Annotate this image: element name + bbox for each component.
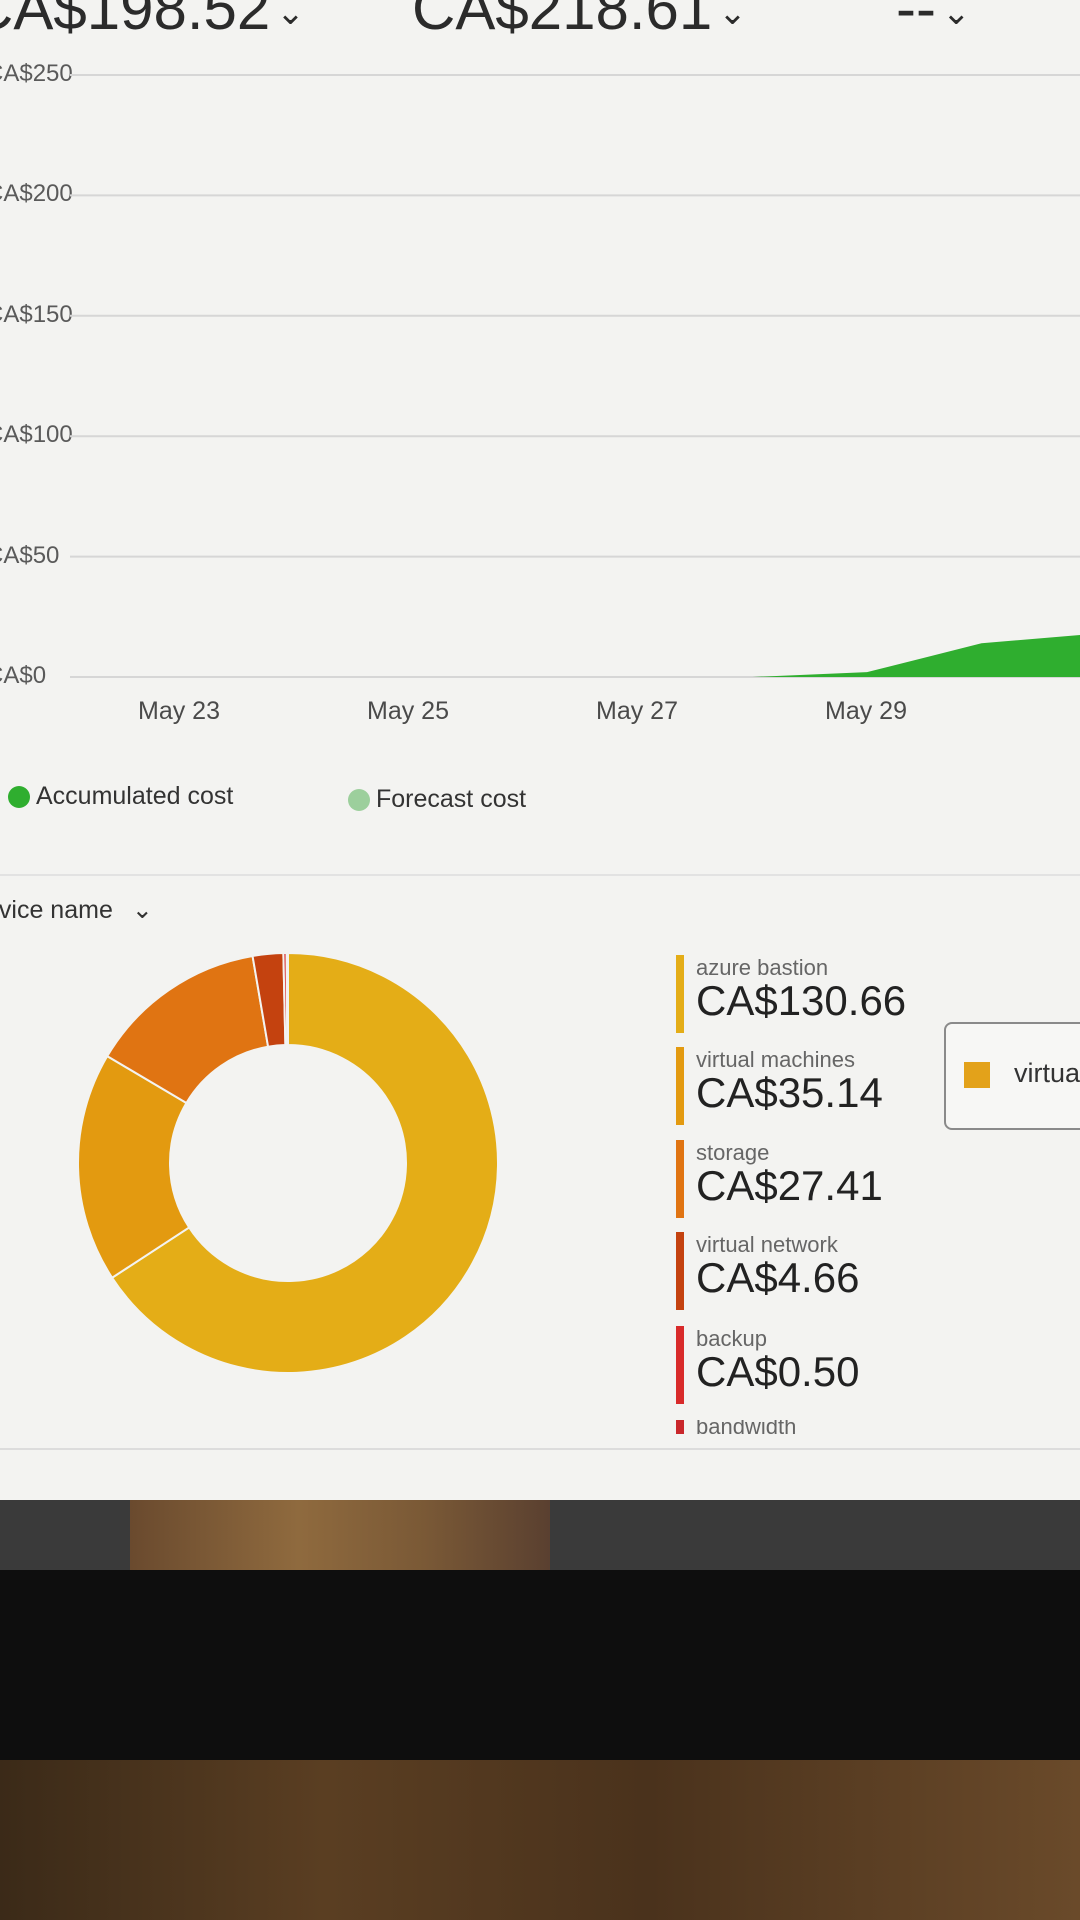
list-item[interactable]: virtual machines CA$35.14	[676, 1047, 886, 1127]
chevron-down-icon: ⌄	[131, 896, 153, 924]
forecast-cost-dot-icon	[348, 788, 370, 811]
monitor-bezel	[0, 1570, 1080, 1770]
group-by-label: Service name	[0, 896, 113, 924]
background-object	[130, 1500, 550, 1570]
filter-chip[interactable]: virtua	[944, 1022, 1080, 1130]
list-item[interactable]: storage CA$27.41	[676, 1140, 886, 1220]
group-by-dropdown[interactable]: Service name ⌄	[0, 895, 153, 925]
series-color-bar	[676, 1047, 684, 1125]
filter-chip-label: virtua	[1014, 1058, 1080, 1088]
series-color-bar	[676, 1326, 684, 1404]
x-tick-label: May 25	[367, 697, 449, 725]
section-divider	[0, 874, 1080, 876]
legend-accumulated-cost[interactable]: Accumulated cost	[8, 782, 233, 811]
donut-slice-bandwidth[interactable]	[285, 951, 289, 1047]
service-cost: CA$0.50	[696, 1348, 860, 1395]
list-item[interactable]: virtual network CA$4.66	[676, 1232, 886, 1312]
x-tick-label: May 29	[825, 697, 907, 725]
service-cost-donut	[77, 951, 499, 1374]
legend-accumulated-label: Accumulated cost	[36, 782, 234, 810]
list-item[interactable]: bandwidth	[676, 1420, 886, 1434]
section-divider	[0, 1448, 1080, 1450]
legend-swatch-icon	[964, 1062, 990, 1088]
series-color-bar	[676, 1420, 684, 1434]
list-item[interactable]: backup CA$0.50	[676, 1326, 886, 1406]
accumulated-cost-dot-icon	[8, 785, 30, 808]
x-tick-label: May 27	[596, 697, 678, 725]
service-cost: CA$4.66	[696, 1254, 860, 1301]
service-cost: CA$27.41	[696, 1162, 883, 1209]
legend-forecast-cost[interactable]: Forecast cost	[348, 785, 526, 814]
area-chart-plot	[70, 74, 1080, 678]
legend-forecast-label: Forecast cost	[376, 785, 527, 813]
service-cost: CA$130.66	[696, 977, 907, 1024]
service-cost: CA$35.14	[696, 1069, 883, 1116]
cost-analysis-screen: CA$198.52⌄ CA$218.61⌄ --⌄ CA$250CA$200CA…	[0, 0, 1080, 1500]
series-color-bar	[676, 955, 684, 1033]
service-name: bandwidth	[696, 1420, 797, 1434]
accumulated-cost-area[interactable]	[752, 634, 1080, 677]
wooden-desk	[0, 1760, 1080, 1920]
series-color-bar	[676, 1232, 684, 1310]
series-color-bar	[676, 1140, 684, 1218]
x-tick-label: May 23	[138, 697, 220, 725]
list-item[interactable]: azure bastion CA$130.66	[676, 955, 906, 1035]
